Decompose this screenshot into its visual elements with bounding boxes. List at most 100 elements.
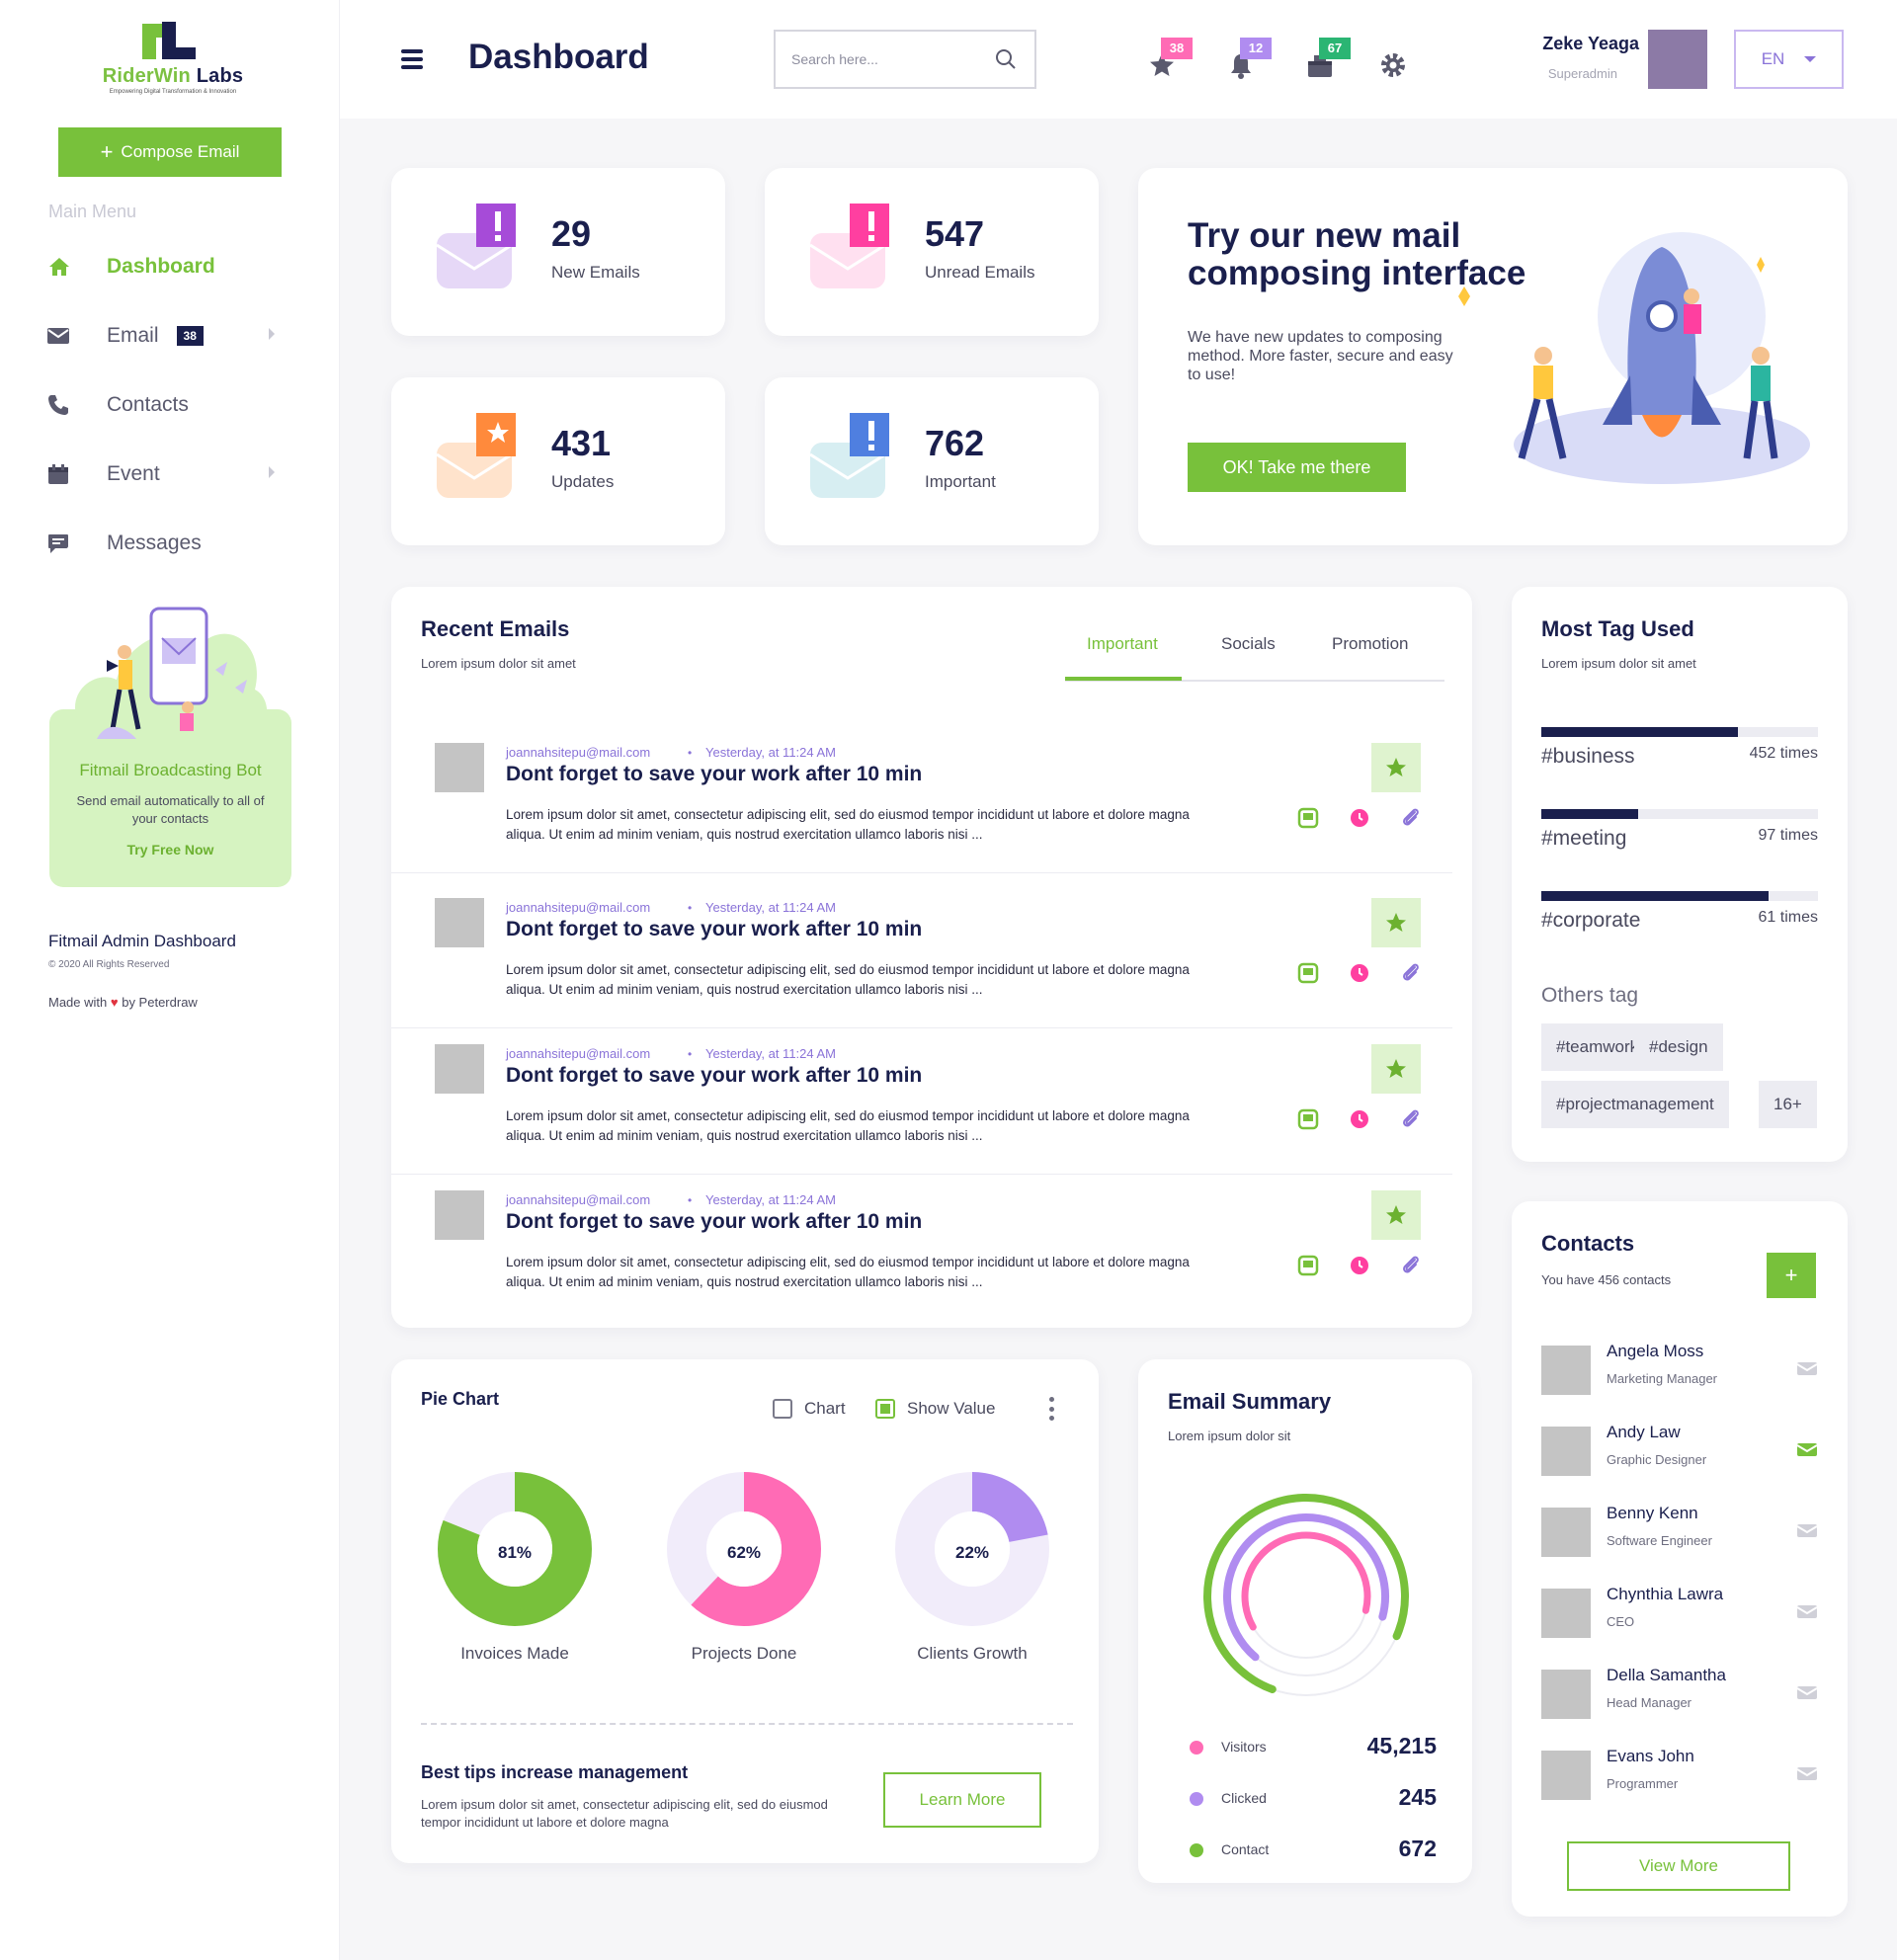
tag-chip-design[interactable]: #design bbox=[1634, 1023, 1723, 1071]
tag-row[interactable]: #meeting 97 times bbox=[1541, 809, 1818, 878]
clock-icon[interactable] bbox=[1348, 961, 1371, 985]
contact-item[interactable]: Chynthia Lawra CEO bbox=[1541, 1583, 1818, 1642]
language-select[interactable]: EN bbox=[1734, 30, 1844, 89]
contact-item[interactable]: Della Samantha Head Manager bbox=[1541, 1664, 1818, 1723]
email-row[interactable]: joannahsitepu@mail.com • Yesterday, at 11:… bbox=[391, 1026, 1452, 1175]
contact-item[interactable]: Evans John Programmer bbox=[1541, 1745, 1818, 1804]
email-tabs: Important Socials Promotion bbox=[1065, 622, 1444, 682]
star-button[interactable] bbox=[1371, 1044, 1421, 1094]
email-subject[interactable]: Dont forget to save your work after 10 m… bbox=[506, 918, 922, 941]
main-menu-title: Main Menu bbox=[48, 202, 137, 221]
user-avatar[interactable] bbox=[1648, 30, 1707, 89]
compose-email-button[interactable]: + Compose Email bbox=[58, 127, 282, 177]
mail-icon[interactable] bbox=[1796, 1602, 1818, 1620]
stat-card-new-emails[interactable]: 29 New Emails bbox=[391, 168, 725, 336]
tag-chip-projectmanagement[interactable]: #projectmanagement bbox=[1541, 1081, 1729, 1128]
view-more-button[interactable]: View More bbox=[1567, 1841, 1790, 1891]
tag-progress-track bbox=[1541, 891, 1818, 901]
star-button[interactable] bbox=[1371, 898, 1421, 947]
email-sender[interactable]: joannahsitepu@mail.com bbox=[506, 1046, 650, 1061]
user-name: Zeke Yeaga bbox=[1542, 34, 1639, 53]
tag-chip-more[interactable]: 16+ bbox=[1759, 1081, 1817, 1128]
more-options-icon[interactable] bbox=[1049, 1397, 1055, 1421]
contact-item[interactable]: Andy Law Graphic Designer bbox=[1541, 1421, 1818, 1480]
attachment-icon[interactable] bbox=[1399, 961, 1423, 985]
show-value-checkbox[interactable] bbox=[875, 1399, 895, 1419]
mail-icon[interactable] bbox=[1796, 1521, 1818, 1539]
legend-name: Clicked bbox=[1221, 1790, 1267, 1806]
email-sender[interactable]: joannahsitepu@mail.com bbox=[506, 1192, 650, 1207]
tab-socials[interactable]: Socials bbox=[1221, 634, 1276, 674]
chart-checkbox[interactable] bbox=[773, 1399, 792, 1419]
archive-icon[interactable] bbox=[1296, 961, 1320, 985]
donut-caption: Clients Growth bbox=[917, 1644, 1028, 1663]
sidebar-item-email[interactable]: Email 38 bbox=[47, 316, 275, 356]
donut-value-label: 62% bbox=[726, 1543, 762, 1562]
email-row[interactable]: joannahsitepu@mail.com • Yesterday, at 11:… bbox=[391, 725, 1452, 873]
email-subject[interactable]: Dont forget to save your work after 10 m… bbox=[506, 1064, 922, 1088]
email-sender[interactable]: joannahsitepu@mail.com bbox=[506, 900, 650, 915]
archive-icon[interactable] bbox=[1296, 1254, 1320, 1277]
tag-row[interactable]: #business 452 times bbox=[1541, 727, 1818, 796]
sidebar-item-messages[interactable]: Messages bbox=[47, 524, 275, 563]
tag-count: 452 times bbox=[1749, 745, 1818, 762]
search-input[interactable] bbox=[791, 47, 989, 71]
legend-name: Visitors bbox=[1221, 1739, 1267, 1755]
search-box bbox=[774, 30, 1036, 89]
tag-name: #meeting bbox=[1541, 827, 1627, 850]
take-me-there-button[interactable]: OK! Take me there bbox=[1188, 443, 1406, 492]
try-free-now-link[interactable]: Try Free Now bbox=[49, 842, 291, 858]
tag-name: #business bbox=[1541, 745, 1635, 768]
stat-label: Important bbox=[925, 472, 996, 491]
sidebar-item-event[interactable]: Event bbox=[47, 454, 275, 494]
clock-icon[interactable] bbox=[1348, 1254, 1371, 1277]
archive-icon[interactable] bbox=[1296, 1107, 1320, 1131]
sidebar-item-contacts[interactable]: Contacts bbox=[47, 385, 275, 425]
clock-icon[interactable] bbox=[1348, 1107, 1371, 1131]
gear-icon[interactable] bbox=[1377, 49, 1409, 81]
mail-icon[interactable] bbox=[1796, 1764, 1818, 1782]
star-button[interactable] bbox=[1371, 1190, 1421, 1240]
promo-title: Fitmail Broadcasting Bot bbox=[79, 761, 262, 779]
learn-more-button[interactable]: Learn More bbox=[883, 1772, 1041, 1828]
hamburger-menu-icon[interactable] bbox=[401, 49, 423, 69]
legend-dot bbox=[1190, 1741, 1203, 1755]
show-value-toggle[interactable]: Show Value bbox=[875, 1399, 995, 1419]
mail-icon[interactable] bbox=[1796, 1440, 1818, 1458]
archive-icon[interactable] bbox=[1296, 806, 1320, 830]
broadcast-illustration bbox=[74, 607, 268, 744]
email-subject[interactable]: Dont forget to save your work after 10 m… bbox=[506, 1210, 922, 1234]
stat-card-unread-emails[interactable]: 547 Unread Emails bbox=[765, 168, 1099, 336]
footer-copyright: © 2020 All Rights Reserved bbox=[48, 959, 170, 970]
star-button[interactable] bbox=[1371, 743, 1421, 792]
add-contact-button[interactable]: + bbox=[1767, 1253, 1816, 1298]
attachment-icon[interactable] bbox=[1399, 1107, 1423, 1131]
contact-role: Graphic Designer bbox=[1607, 1452, 1707, 1467]
tab-promotion[interactable]: Promotion bbox=[1332, 634, 1408, 674]
clock-icon[interactable] bbox=[1348, 806, 1371, 830]
email-subject[interactable]: Dont forget to save your work after 10 m… bbox=[506, 763, 922, 786]
brand-logo[interactable]: RiderWin Labs Empowering Digital Transfo… bbox=[99, 22, 247, 95]
email-row[interactable]: joannahsitepu@mail.com • Yesterday, at 11:… bbox=[391, 880, 1452, 1028]
sidebar-item-dashboard[interactable]: Dashboard bbox=[47, 247, 275, 286]
mail-icon[interactable] bbox=[1796, 1683, 1818, 1701]
email-row[interactable]: joannahsitepu@mail.com • Yesterday, at 11:… bbox=[391, 1173, 1452, 1321]
email-sender[interactable]: joannahsitepu@mail.com bbox=[506, 745, 650, 760]
notifications-badge: 12 bbox=[1240, 38, 1272, 59]
stat-card-updates[interactable]: 431 Updates bbox=[391, 377, 725, 545]
contacts-title: Contacts bbox=[1541, 1231, 1635, 1256]
contact-item[interactable]: Angela Moss Marketing Manager bbox=[1541, 1340, 1818, 1399]
sidebar: RiderWin Labs Empowering Digital Transfo… bbox=[0, 0, 340, 1960]
chart-toggle[interactable]: Chart bbox=[773, 1399, 846, 1419]
tag-row[interactable]: #corporate 61 times bbox=[1541, 891, 1818, 960]
contact-avatar bbox=[1541, 1751, 1591, 1800]
contact-avatar bbox=[1541, 1427, 1591, 1476]
stat-card-important[interactable]: 762 Important bbox=[765, 377, 1099, 545]
contact-item[interactable]: Benny Kenn Software Engineer bbox=[1541, 1502, 1818, 1561]
attachment-icon[interactable] bbox=[1399, 1254, 1423, 1277]
tips-title: Best tips increase management bbox=[421, 1762, 689, 1782]
mail-icon[interactable] bbox=[1796, 1359, 1818, 1377]
tab-important[interactable]: Important bbox=[1087, 634, 1158, 674]
search-icon[interactable] bbox=[995, 48, 1017, 70]
attachment-icon[interactable] bbox=[1399, 806, 1423, 830]
